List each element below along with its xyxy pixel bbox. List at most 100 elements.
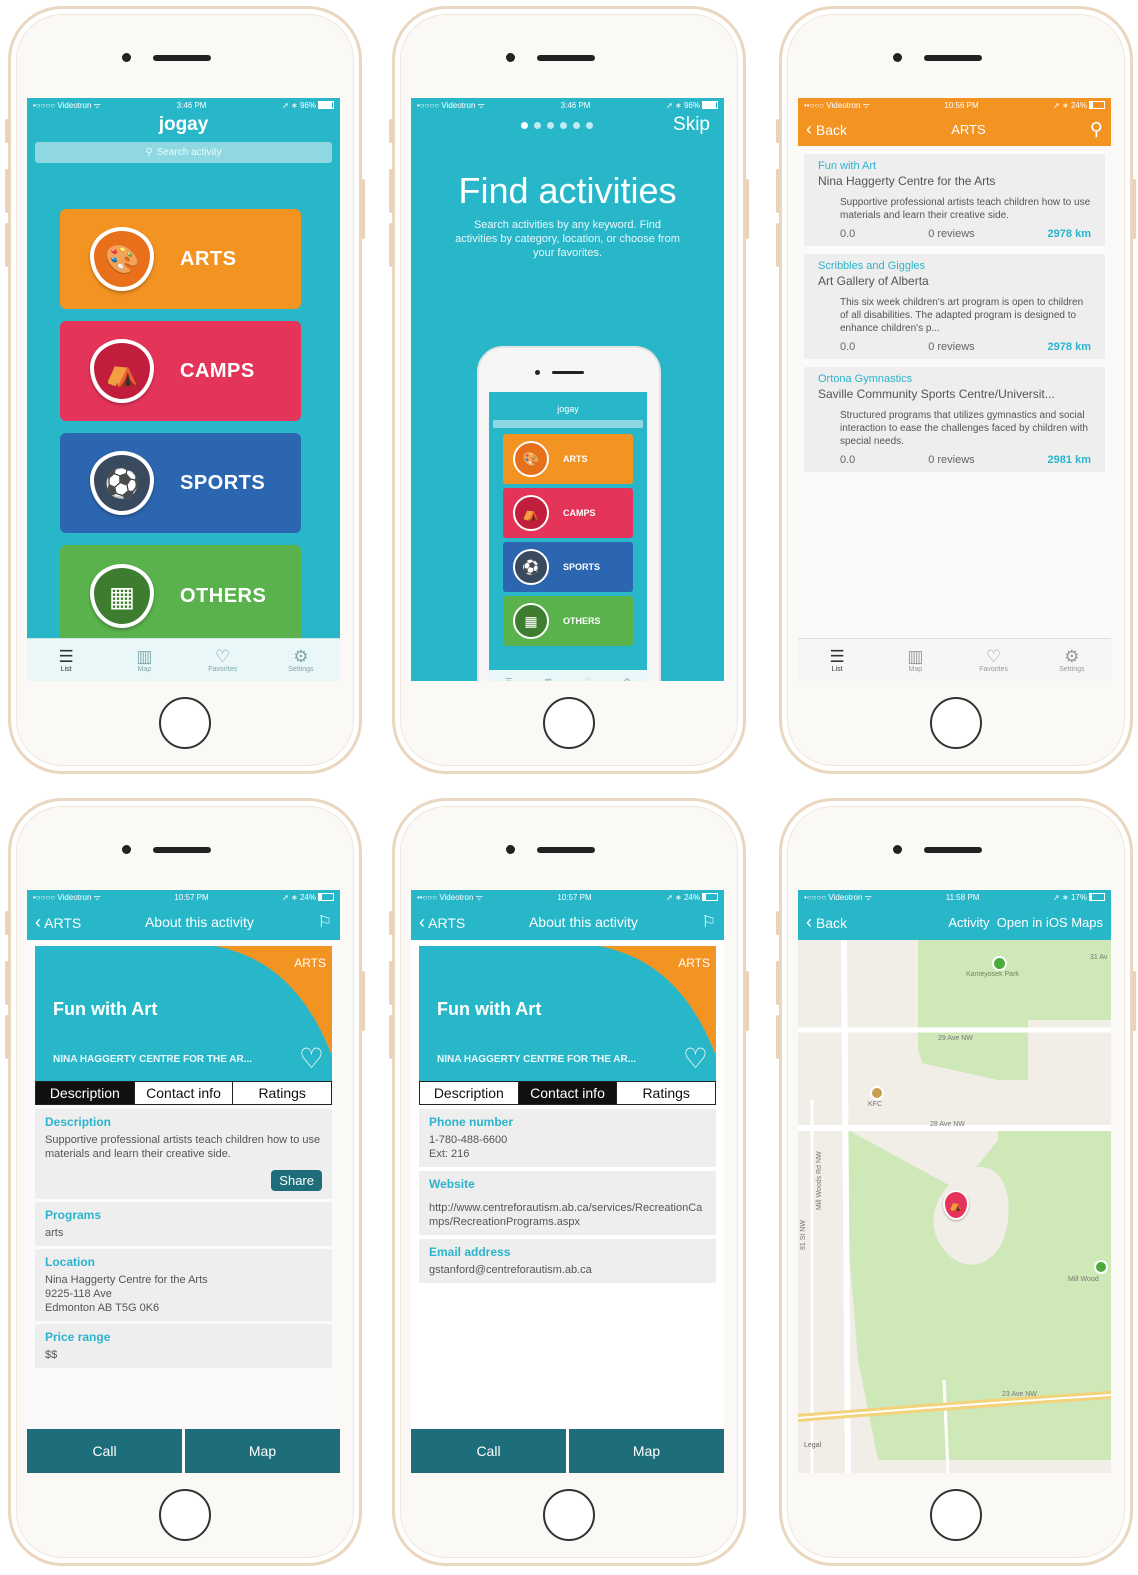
nav-bar: ‹ Back ARTS ⚲ — [798, 112, 1111, 146]
tab-list[interactable]: ☰ List — [798, 639, 876, 681]
review-count: 0 reviews — [928, 454, 975, 466]
heart-icon[interactable]: ♡ — [683, 1042, 708, 1075]
home-button[interactable] — [159, 1489, 211, 1541]
park-pin-icon[interactable] — [992, 956, 1007, 971]
contact-screen: ••○○○ Videotron ᯤ 10:57 PM ➚ ∗ 24% ‹ ART… — [411, 890, 724, 1473]
tab-favorites[interactable]: ♡ Favorites — [184, 639, 262, 681]
onboarding-subtitle: Search activities by any keyword. Find a… — [455, 219, 680, 259]
distance: 2978 km — [1047, 228, 1091, 240]
map-icon: ▥ — [136, 646, 153, 666]
category-others-button[interactable]: ▦ OTHERS — [60, 545, 301, 647]
email-link[interactable]: gstanford@centreforautism.ab.ca — [429, 1263, 706, 1277]
basketball-icon: ⚽ — [90, 451, 154, 515]
description-text: Supportive professional artists teach ch… — [45, 1134, 321, 1160]
search-input[interactable]: ⚲ Search activity — [35, 142, 332, 163]
segment-ratings[interactable]: Ratings — [617, 1082, 716, 1104]
phone-onboarding: •○○○○ Videotron ᯤ 3:46 PM ➚ ∗ 96% Skip F… — [389, 6, 749, 774]
section-heading: Email address — [429, 1245, 511, 1259]
activity-venue: Art Gallery of Alberta — [818, 274, 929, 288]
status-carrier: •○○○○ Videotron ᯤ — [33, 892, 101, 902]
list-screen: ••○○○ Videotron ᯤ 10:56 PM ➚ ∗ 24% ‹ Bac… — [798, 98, 1111, 681]
map-label-23-ave: 23 Ave NW — [1002, 1391, 1037, 1398]
status-time: 3:46 PM — [176, 100, 207, 110]
gear-icon: ⚙ — [623, 676, 631, 682]
phone-detail-description: •○○○○ Videotron ᯤ 10:57 PM ➚ ∗ 24% ‹ ART… — [5, 798, 365, 1566]
back-button[interactable]: ‹ Back — [806, 912, 847, 933]
page-dot — [547, 122, 554, 129]
map-view[interactable]: Kameyosek Park 31 Av 29 Ave NW KFC 28 Av… — [798, 940, 1111, 1473]
theater-icon: ▦ — [90, 564, 154, 628]
skip-button[interactable]: Skip — [673, 114, 710, 136]
home-button[interactable] — [543, 697, 595, 749]
tab-settings[interactable]: ⚙ Settings — [262, 639, 340, 681]
nav-bar: ‹ ARTS About this activity ⚐ — [411, 904, 724, 940]
call-button[interactable]: Call — [411, 1429, 566, 1473]
battery-icon — [1088, 101, 1105, 110]
activity-link[interactable]: Activity — [948, 915, 989, 930]
rating-value: 0.0 — [840, 228, 856, 240]
segment-ratings[interactable]: Ratings — [233, 1082, 332, 1104]
phone-number[interactable]: 1-780-488-6600 — [429, 1133, 706, 1147]
page-dot — [573, 122, 580, 129]
category-camps-button[interactable]: ⛺ CAMPS — [60, 321, 301, 421]
map-legal-link[interactable]: Legal — [804, 1442, 821, 1449]
tab-settings[interactable]: ⚙ Settings — [1033, 639, 1111, 681]
list-item[interactable]: Fun with Art Nina Haggerty Centre for th… — [804, 154, 1105, 246]
mini-category-camps: ⛺ CAMPS — [503, 488, 633, 538]
back-button[interactable]: ‹ ARTS — [35, 912, 81, 933]
back-label: Back — [815, 121, 848, 138]
map-button[interactable]: Map — [185, 1429, 340, 1473]
segment-contact-info[interactable]: Contact info — [134, 1082, 234, 1104]
open-in-maps-button[interactable]: Open in iOS Maps — [997, 915, 1103, 930]
map-label-mill-woods-rd: Mill Woods Rd NW — [816, 1151, 823, 1210]
battery-icon — [318, 101, 334, 110]
programs-section: Programs arts — [35, 1202, 332, 1246]
tab-list[interactable]: ☰ List — [27, 639, 105, 681]
home-button[interactable] — [543, 1489, 595, 1541]
section-heading: Website — [429, 1177, 475, 1191]
flag-icon[interactable]: ⚐ — [318, 912, 332, 932]
programs-text: arts — [45, 1227, 64, 1239]
home-button[interactable] — [159, 697, 211, 749]
segment-contact-info[interactable]: Contact info — [518, 1082, 618, 1104]
list-item[interactable]: Scribbles and Giggles Art Gallery of Alb… — [804, 254, 1105, 359]
map-button[interactable]: Map — [569, 1429, 724, 1473]
tab-map[interactable]: ▥ Map — [876, 639, 954, 681]
category-sports-button[interactable]: ⚽ SPORTS — [60, 433, 301, 533]
chevron-left-icon: ‹ — [419, 911, 425, 932]
heart-icon[interactable]: ♡ — [299, 1042, 324, 1075]
search-icon[interactable]: ⚲ — [1090, 119, 1103, 140]
page-dot — [586, 122, 593, 129]
status-time: 10:57 PM — [174, 892, 209, 902]
activity-description: Supportive professional artists teach ch… — [840, 197, 1091, 221]
home-button[interactable] — [930, 1489, 982, 1541]
segment-description[interactable]: Description — [36, 1082, 135, 1104]
status-time: 10:56 PM — [944, 100, 979, 110]
website-link[interactable]: http://www.centreforautism.ab.ca/service… — [429, 1201, 706, 1229]
map-label-park: Kameyosek Park — [966, 971, 1019, 978]
status-carrier: ••○○○ Videotron ᯤ — [804, 100, 870, 110]
phone-home: •○○○○ Videotron ᯤ 3:46 PM ➚ ∗ 96% jogay … — [5, 6, 365, 774]
back-button[interactable]: ‹ Back — [806, 119, 847, 140]
status-right: ➚ ∗ 24% — [1053, 100, 1087, 110]
back-button[interactable]: ‹ ARTS — [419, 912, 465, 933]
share-button[interactable]: Share — [271, 1170, 322, 1191]
category-arts-button[interactable]: 🎨 ARTS — [60, 209, 301, 309]
map-label-29-ave: 29 Ave NW — [938, 1035, 973, 1042]
back-label: ARTS — [428, 914, 466, 931]
home-button[interactable] — [930, 697, 982, 749]
flag-icon[interactable]: ⚐ — [702, 912, 716, 932]
tab-favorites[interactable]: ♡ Favorites — [955, 639, 1033, 681]
camera — [122, 53, 131, 62]
list-item[interactable]: Ortona Gymnastics Saville Community Spor… — [804, 367, 1105, 472]
call-button[interactable]: Call — [27, 1429, 182, 1473]
rating-value: 0.0 — [840, 454, 856, 466]
mill-woods-pin-icon[interactable] — [1094, 1260, 1108, 1274]
page-title: About this activity — [144, 914, 254, 930]
mini-logo: jogay — [557, 404, 579, 414]
kfc-pin-icon[interactable] — [870, 1086, 884, 1100]
chevron-left-icon: ‹ — [806, 911, 812, 932]
segment-description[interactable]: Description — [420, 1082, 519, 1104]
tab-map[interactable]: ▥ Map — [105, 639, 183, 681]
onboarding-title: Find activities — [458, 170, 677, 211]
